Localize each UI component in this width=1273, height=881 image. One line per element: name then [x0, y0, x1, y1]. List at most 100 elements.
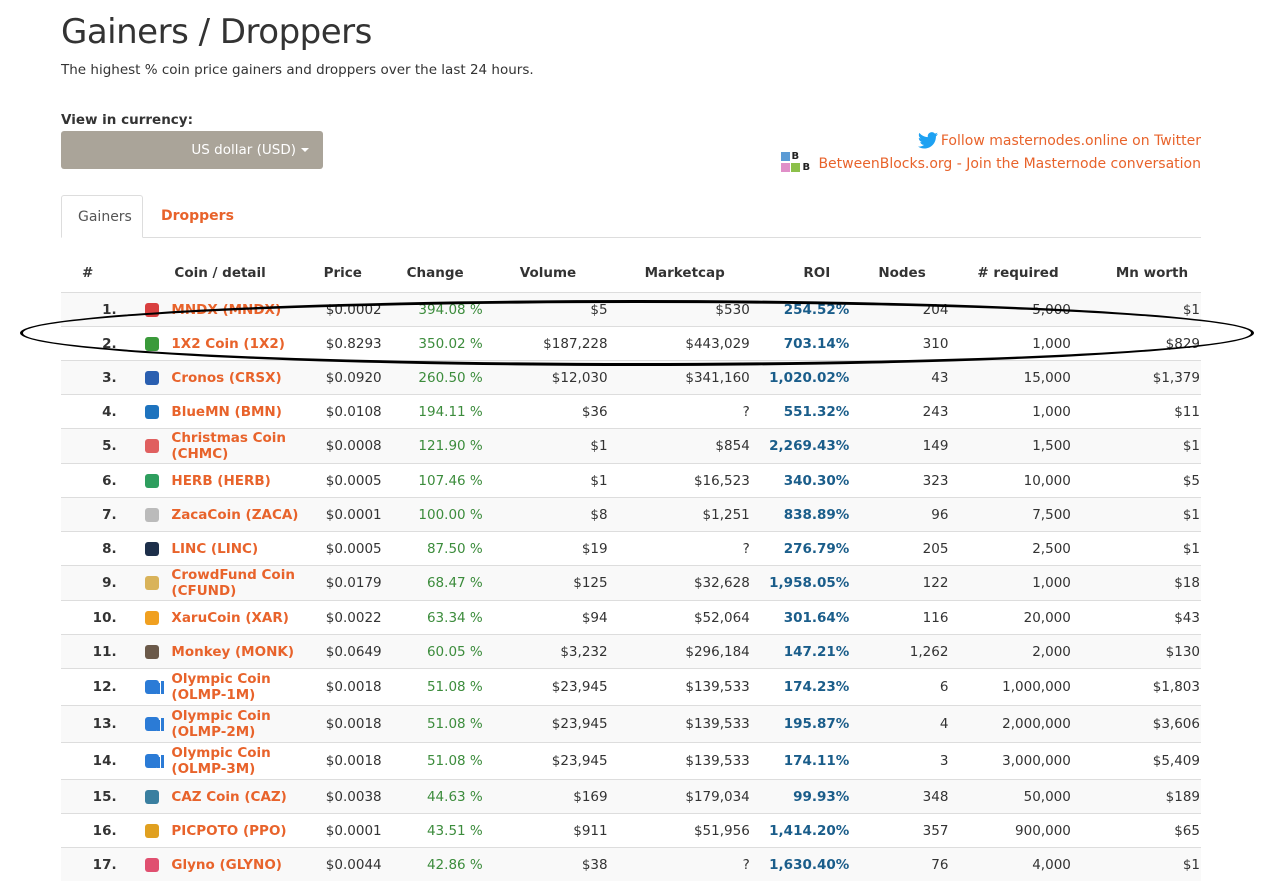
row-mn-worth: $1,379 — [1072, 361, 1201, 395]
table-row[interactable]: 15.CAZ Coin (CAZ)$0.003844.63 %$169$179,… — [61, 780, 1201, 814]
mndx-icon[interactable] — [145, 303, 159, 317]
linc-icon[interactable] — [145, 542, 159, 556]
table-row[interactable]: 2.1X2 Coin (1X2)$0.8293350.02 %$187,228$… — [61, 327, 1201, 361]
gainers-table: # Coin / detail Price Change Volume Mark… — [61, 254, 1201, 881]
header-marketcap[interactable]: Marketcap — [609, 254, 751, 293]
xaru-icon[interactable] — [145, 611, 159, 625]
row-volume: $3,232 — [484, 635, 609, 669]
table-row[interactable]: 13.Olympic Coin (OLMP-2M)$0.001851.08 %$… — [61, 706, 1201, 743]
header-volume[interactable]: Volume — [484, 254, 609, 293]
coin-link[interactable]: CAZ Coin (CAZ) — [171, 789, 286, 805]
coin-link[interactable]: Olympic Coin (OLMP-3M) — [171, 745, 304, 777]
coin-link[interactable]: XaruCoin (XAR) — [171, 610, 289, 626]
table-row[interactable]: 8.LINC (LINC)$0.000587.50 %$19?276.79%20… — [61, 532, 1201, 566]
row-rank: 11. — [61, 635, 133, 669]
coin-link[interactable]: ZacaCoin (ZACA) — [171, 507, 298, 523]
row-required: 1,000 — [949, 327, 1071, 361]
christmas-icon[interactable] — [145, 439, 159, 453]
table-row[interactable]: 5.Christmas Coin (CHMC)$0.0008121.90 %$1… — [61, 429, 1201, 464]
row-change: 44.63 % — [383, 780, 484, 814]
table-row[interactable]: 11.Monkey (MONK)$0.064960.05 %$3,232$296… — [61, 635, 1201, 669]
betweenblocks-logo: B B — [781, 152, 815, 176]
row-price: $0.0044 — [306, 848, 383, 881]
row-required: 1,000 — [949, 566, 1071, 601]
header-roi[interactable]: ROI — [751, 254, 851, 293]
table-row[interactable]: 3.Cronos (CRSX)$0.0920260.50 %$12,030$34… — [61, 361, 1201, 395]
row-coin-icon-cell — [133, 848, 171, 881]
tabs-bar: Gainers Droppers — [61, 195, 1201, 238]
cfund-icon[interactable] — [145, 576, 159, 590]
coin-link[interactable]: 1X2 Coin (1X2) — [171, 336, 285, 352]
row-mn-worth: $1 — [1072, 498, 1201, 532]
header-price[interactable]: Price — [306, 254, 383, 293]
row-roi: 301.64% — [751, 601, 851, 635]
1x2-icon[interactable] — [145, 337, 159, 351]
row-mn-worth: $11 — [1072, 395, 1201, 429]
coin-link[interactable]: BlueMN (BMN) — [171, 404, 281, 420]
table-row[interactable]: 4.BlueMN (BMN)$0.0108194.11 %$36?551.32%… — [61, 395, 1201, 429]
row-required: 1,000 — [949, 395, 1071, 429]
coin-link[interactable]: LINC (LINC) — [171, 541, 258, 557]
header-coin[interactable]: Coin / detail — [170, 254, 305, 293]
row-volume: $23,945 — [484, 743, 609, 780]
tab-droppers[interactable]: Droppers — [145, 195, 250, 237]
coin-name: HERB (HERB) — [171, 473, 270, 489]
coin-link[interactable]: PICPOTO (PPO) — [171, 823, 286, 839]
twitter-link[interactable]: Follow masternodes.online on Twitter — [781, 132, 1201, 149]
coin-link[interactable]: Christmas Coin (CHMC) — [171, 430, 304, 462]
table-row[interactable]: 17.Glyno (GLYNO)$0.004442.86 %$38?1,630.… — [61, 848, 1201, 881]
table-row[interactable]: 7.ZacaCoin (ZACA)$0.0001100.00 %$8$1,251… — [61, 498, 1201, 532]
header-mn-worth[interactable]: Mn worth — [1072, 254, 1201, 293]
herb-icon[interactable] — [145, 474, 159, 488]
bar-chart-icon — [149, 718, 165, 731]
monkey-icon[interactable] — [145, 645, 159, 659]
caz-icon[interactable] — [145, 790, 159, 804]
row-price: $0.0018 — [306, 743, 383, 780]
row-rank: 10. — [61, 601, 133, 635]
table-row[interactable]: 10.XaruCoin (XAR)$0.002263.34 %$94$52,06… — [61, 601, 1201, 635]
coin-link[interactable]: Monkey (MONK) — [171, 644, 294, 660]
tab-gainers[interactable]: Gainers — [61, 195, 143, 238]
betweenblocks-link[interactable]: B B BetweenBlocks.org - Join the Mastern… — [781, 152, 1201, 176]
coin-link[interactable]: Olympic Coin (OLMP-2M) — [171, 708, 304, 740]
row-roi: 1,958.05% — [751, 566, 851, 601]
glyno-icon[interactable] — [145, 858, 159, 872]
row-marketcap: ? — [609, 848, 751, 881]
currency-dropdown-button[interactable]: US dollar (USD) — [61, 131, 323, 169]
coin-link[interactable]: CrowdFund Coin (CFUND) — [171, 567, 304, 599]
header-nodes[interactable]: Nodes — [850, 254, 949, 293]
header-change[interactable]: Change — [383, 254, 484, 293]
header-rank[interactable]: # — [61, 254, 133, 293]
table-row[interactable]: 6.HERB (HERB)$0.0005107.46 %$1$16,523340… — [61, 464, 1201, 498]
row-marketcap: $52,064 — [609, 601, 751, 635]
picpoto-icon[interactable] — [145, 824, 159, 838]
coin-link[interactable]: Cronos (CRSX) — [171, 370, 281, 386]
coin-link[interactable]: Olympic Coin (OLMP-1M) — [171, 671, 304, 703]
table-row[interactable]: 16.PICPOTO (PPO)$0.000143.51 %$911$51,95… — [61, 814, 1201, 848]
coin-link[interactable]: Glyno (GLYNO) — [171, 857, 282, 873]
row-rank: 13. — [61, 706, 133, 743]
row-mn-worth: $5 — [1072, 464, 1201, 498]
zaca-icon[interactable] — [145, 508, 159, 522]
row-mn-worth: $1 — [1072, 293, 1201, 327]
coin-link[interactable]: MNDX (MNDX) — [171, 302, 281, 318]
row-volume: $38 — [484, 848, 609, 881]
table-row[interactable]: 1.MNDX (MNDX)$0.0002394.08 %$5$530254.52… — [61, 293, 1201, 327]
row-change: 68.47 % — [383, 566, 484, 601]
coin-name: BlueMN (BMN) — [171, 404, 281, 420]
coin-link[interactable]: HERB (HERB) — [171, 473, 270, 489]
row-required: 5,000 — [949, 293, 1071, 327]
row-coin-cell: Olympic Coin (OLMP-1M) — [170, 669, 305, 706]
table-row[interactable]: 12.Olympic Coin (OLMP-1M)$0.001851.08 %$… — [61, 669, 1201, 706]
row-required: 4,000 — [949, 848, 1071, 881]
table-row[interactable]: 14.Olympic Coin (OLMP-3M)$0.001851.08 %$… — [61, 743, 1201, 780]
table-row[interactable]: 9.CrowdFund Coin (CFUND)$0.017968.47 %$1… — [61, 566, 1201, 601]
row-mn-worth: $1,803 — [1072, 669, 1201, 706]
cronos-icon[interactable] — [145, 371, 159, 385]
bluemn-icon[interactable] — [145, 405, 159, 419]
row-coin-icon-cell — [133, 566, 171, 601]
header-required[interactable]: # required — [949, 254, 1071, 293]
row-coin-cell: Glyno (GLYNO) — [170, 848, 305, 881]
row-price: $0.0005 — [306, 532, 383, 566]
row-volume: $23,945 — [484, 669, 609, 706]
